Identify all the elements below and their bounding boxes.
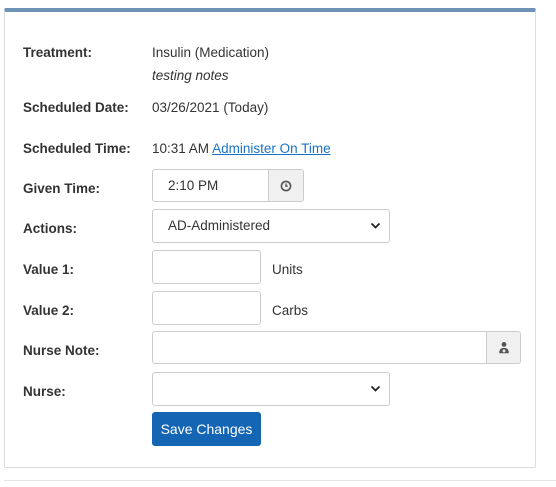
user-doctor-icon[interactable]	[486, 332, 520, 363]
value2-input[interactable]	[152, 291, 261, 325]
nurse-note-input[interactable]	[152, 331, 521, 364]
nurse-label: Nurse:	[23, 384, 66, 399]
value1-label: Value 1:	[23, 262, 75, 277]
value1-input[interactable]	[152, 250, 261, 284]
save-changes-button[interactable]: Save Changes	[152, 412, 261, 446]
nurse-note-label: Nurse Note:	[23, 343, 100, 358]
given-time-label: Given Time:	[23, 181, 101, 196]
given-time-value[interactable]: 2:10 PM	[153, 170, 268, 201]
scheduled-time-label: Scheduled Time:	[23, 141, 131, 156]
actions-select[interactable]: AD-Administered	[152, 209, 390, 243]
administration-panel: Treatment: Insulin (Medication) testing …	[4, 8, 536, 468]
value2-label: Value 2:	[23, 303, 75, 318]
treatment-value: Insulin (Medication)	[152, 45, 270, 60]
divider	[4, 480, 556, 481]
treatment-label: Treatment:	[23, 45, 93, 60]
nurse-note-field[interactable]	[153, 332, 486, 363]
scheduled-date-label: Scheduled Date:	[23, 100, 129, 115]
scheduled-time-value: 10:31 AM	[152, 141, 210, 156]
scheduled-time-value-wrap: 10:31 AM Administer On Time	[152, 141, 331, 156]
scheduled-date-value: 03/26/2021 (Today)	[152, 100, 269, 115]
nurse-select[interactable]	[152, 372, 390, 406]
actions-label: Actions:	[23, 221, 77, 236]
value2-unit: Carbs	[272, 303, 309, 318]
treatment-notes: testing notes	[152, 68, 229, 83]
actions-selected-value: AD-Administered	[168, 218, 271, 233]
value1-unit: Units	[272, 262, 303, 277]
chevron-down-icon	[370, 222, 381, 229]
administer-on-time-link[interactable]: Administer On Time	[212, 141, 331, 156]
given-time-input[interactable]: 2:10 PM	[152, 169, 304, 202]
chevron-down-icon	[370, 385, 381, 392]
clock-icon[interactable]	[268, 170, 303, 201]
